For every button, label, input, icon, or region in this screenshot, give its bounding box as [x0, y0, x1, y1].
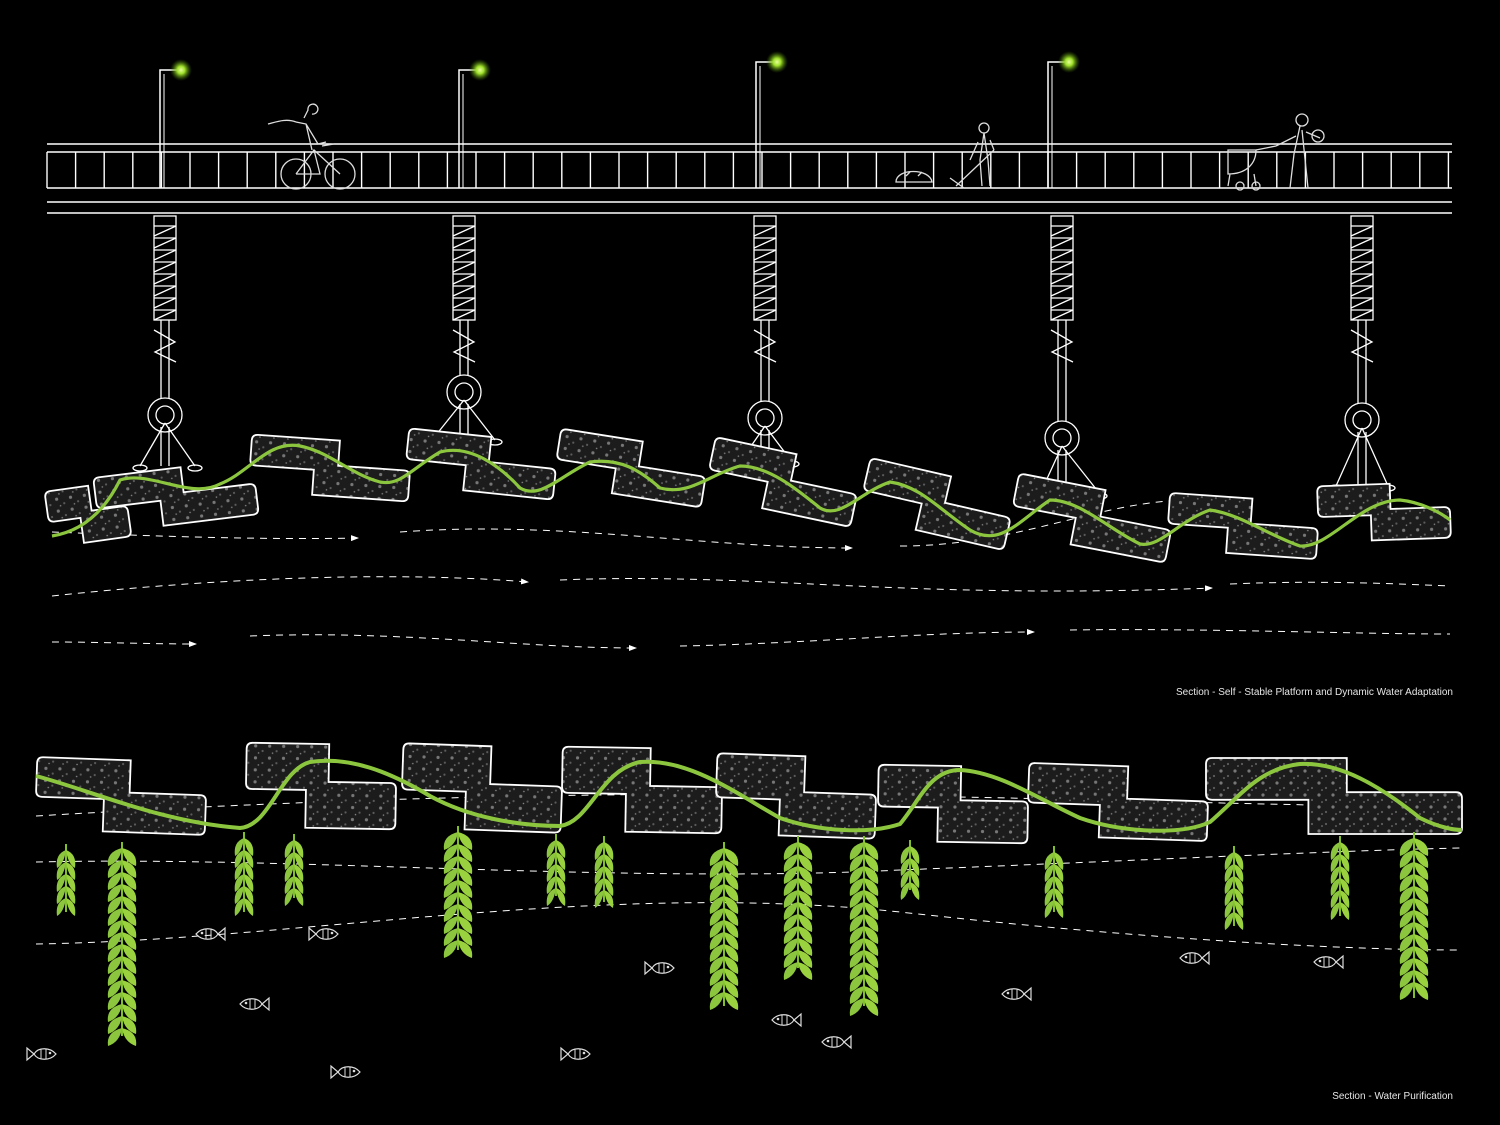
aquatic-plant-icon — [1224, 846, 1244, 930]
fish-icon — [26, 1046, 57, 1062]
section-drawing — [26, 51, 1463, 1080]
floating-module — [249, 434, 411, 502]
floating-module-chain-bottom — [35, 741, 1463, 845]
section-caption-water-purification: Section - Water Purification — [1332, 1091, 1453, 1102]
fish-icon — [1313, 954, 1344, 970]
aquatic-plant-icon — [900, 840, 920, 900]
floating-module — [1316, 482, 1452, 542]
street-sweeper-icon — [895, 122, 995, 189]
floating-module — [35, 756, 207, 836]
street-lamp-icon — [1047, 51, 1080, 188]
floating-module — [561, 745, 723, 835]
aquatic-plant-icon — [443, 826, 473, 958]
floating-module — [401, 742, 563, 834]
fish-icon — [560, 1046, 591, 1062]
floating-module — [405, 427, 557, 501]
fish-icon — [239, 996, 270, 1012]
floating-module — [245, 741, 397, 831]
pylon — [132, 215, 203, 472]
aquatic-plant-icon — [1044, 846, 1064, 918]
fish-icon — [644, 960, 675, 976]
street-lamp-icon — [159, 59, 192, 188]
floating-module-chain-top — [44, 427, 1452, 563]
floating-module — [1167, 492, 1319, 560]
aquatic-plants — [56, 826, 1429, 1046]
floating-module — [877, 763, 1029, 845]
floating-module — [1012, 473, 1172, 563]
aquatic-plant-icon — [234, 832, 254, 916]
pylon — [424, 215, 503, 446]
aquatic-plant-icon — [1399, 832, 1429, 1000]
fish-icon — [330, 1064, 361, 1080]
fish-school — [26, 926, 1344, 1080]
aquatic-plant-icon — [546, 834, 566, 906]
pylon — [1032, 215, 1108, 500]
aquatic-plant-icon — [1330, 836, 1350, 920]
aquatic-plant-icon — [56, 844, 76, 916]
fish-icon — [821, 1034, 852, 1050]
aquatic-plant-icon — [709, 842, 739, 1010]
cyclist-icon — [267, 103, 356, 190]
fish-icon — [308, 926, 339, 942]
aquatic-plant-icon — [594, 836, 614, 908]
aquatic-plant-icon — [284, 834, 304, 906]
aquatic-plant-icon — [849, 836, 879, 1016]
street-lamps — [159, 51, 1080, 188]
pylon — [1328, 215, 1396, 492]
section-caption-stable-platform: Section - Self - Stable Platform and Dyn… — [1176, 687, 1453, 698]
street-lamp-icon — [755, 51, 788, 188]
aquatic-plant-icon — [783, 836, 813, 980]
fish-icon — [1179, 950, 1210, 966]
street-lamp-icon — [458, 59, 491, 188]
bridge-deck — [46, 143, 1452, 214]
aquatic-plant-icon — [107, 842, 137, 1046]
pylon — [732, 215, 800, 468]
fish-icon — [771, 1012, 802, 1028]
fish-icon — [1001, 986, 1032, 1002]
